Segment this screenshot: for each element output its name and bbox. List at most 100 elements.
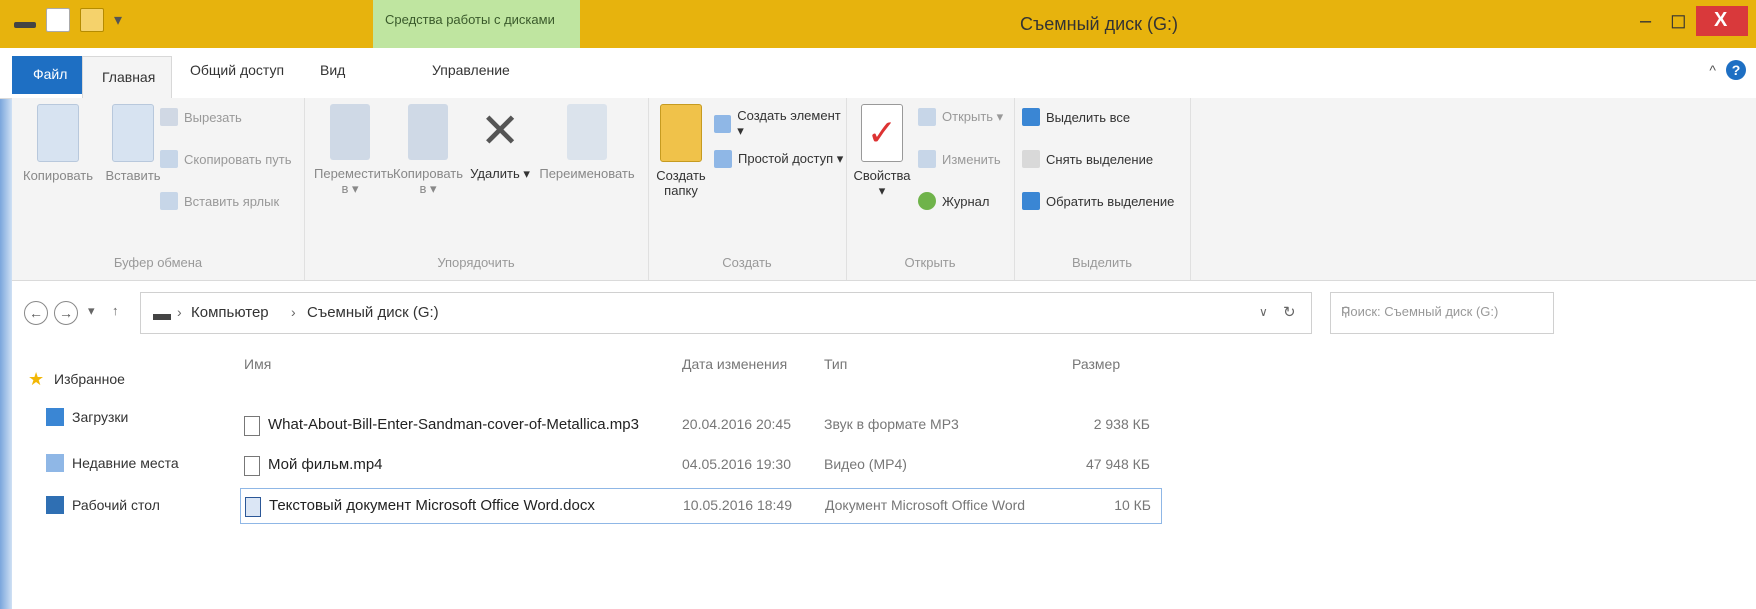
- downloads-icon: [46, 408, 64, 426]
- group-select: Выделить все Снять выделение Обратить вы…: [1014, 98, 1191, 280]
- table-row[interactable]: What-About-Bill-Enter-Sandman-cover-of-M…: [240, 408, 1160, 442]
- drive-icon: [153, 314, 171, 320]
- ribbon: Копировать Вставить Вырезать Скопировать…: [12, 98, 1756, 281]
- minimize-ribbon-chevron-icon[interactable]: ^: [1709, 62, 1716, 78]
- column-header-size[interactable]: Размер: [1072, 356, 1120, 372]
- new-folder-button[interactable]: Создать папку: [654, 104, 708, 198]
- group-label-clipboard: Буфер обмена: [113, 255, 203, 270]
- file-size: 10 КБ: [1114, 497, 1151, 513]
- history-icon: [918, 192, 936, 210]
- audio-file-icon: [244, 416, 260, 436]
- path-chevron-icon[interactable]: ›: [177, 304, 182, 320]
- paste-button[interactable]: Вставить: [98, 104, 168, 183]
- file-date: 20.04.2016 20:45: [682, 416, 791, 432]
- copy-icon: [37, 104, 79, 162]
- file-type: Документ Microsoft Office Word: [825, 497, 1026, 513]
- select-none-button[interactable]: Снять выделение: [1022, 150, 1153, 168]
- column-header-type[interactable]: Тип: [824, 356, 847, 372]
- new-item-icon: [714, 114, 732, 133]
- select-all-button[interactable]: Выделить все: [1022, 108, 1130, 126]
- properties-check-icon: ✓: [861, 104, 903, 162]
- rename-icon: [567, 104, 607, 160]
- customize-toolbar-chevron-icon[interactable]: ▾: [114, 10, 122, 30]
- file-name: Мой фильм.mp4: [268, 456, 383, 473]
- cut-button[interactable]: Вырезать: [160, 108, 242, 126]
- minimize-button[interactable]: –: [1630, 6, 1658, 36]
- copy-button[interactable]: Копировать: [18, 104, 98, 183]
- help-area: ^ ?: [1709, 60, 1746, 80]
- rename-button[interactable]: Переименовать: [534, 104, 640, 181]
- up-arrow-icon[interactable]: ↑: [112, 303, 119, 318]
- recent-locations-chevron-icon[interactable]: ▾: [88, 303, 95, 319]
- tab-manage[interactable]: Управление: [432, 62, 510, 78]
- file-date: 04.05.2016 19:30: [682, 456, 791, 472]
- select-all-icon: [1022, 108, 1040, 126]
- file-type: Звук в формате MP3: [824, 416, 959, 432]
- open-icon: [918, 108, 936, 126]
- path-chevron-icon[interactable]: ›: [291, 304, 296, 320]
- search-input[interactable]: Поиск: Съемный диск (G:) ⚲: [1330, 292, 1554, 334]
- nav-item-favorites[interactable]: ★ Избранное: [28, 370, 125, 388]
- group-organize: Переместить в ▾ Копировать в ▾ ✕ Удалить…: [304, 98, 649, 280]
- group-open: ✓ Свойства ▾ Открыть ▾ Изменить Журнал О…: [846, 98, 1015, 280]
- group-label-select: Выделить: [1072, 255, 1132, 270]
- ribbon-tabs: Файл Главная Общий доступ Вид Управление…: [0, 48, 1756, 99]
- nav-item-desktop[interactable]: Рабочий стол: [46, 496, 160, 514]
- column-header-date[interactable]: Дата изменения: [682, 356, 787, 372]
- properties-button[interactable]: ✓ Свойства ▾: [852, 104, 912, 199]
- invert-selection-icon: [1022, 192, 1040, 210]
- easy-access-button[interactable]: Простой доступ ▾: [714, 150, 843, 168]
- folder-icon: [660, 104, 702, 162]
- search-icon[interactable]: ⚲: [1341, 304, 1545, 320]
- delete-x-icon: ✕: [480, 105, 521, 158]
- copy-to-button[interactable]: Копировать в ▾: [392, 104, 464, 197]
- invert-selection-button[interactable]: Обратить выделение: [1022, 192, 1174, 210]
- nav-item-recent-places[interactable]: Недавние места: [46, 454, 179, 472]
- group-clipboard: Копировать Вставить Вырезать Скопировать…: [12, 98, 305, 280]
- file-list: Имя Дата изменения Тип Размер What-About…: [236, 350, 1166, 550]
- copy-path-button[interactable]: Скопировать путь: [160, 150, 292, 168]
- history-button[interactable]: Журнал: [918, 192, 989, 210]
- disk-tools-label: Средства работы с дисками: [385, 12, 555, 27]
- move-to-button[interactable]: Переместить в ▾: [314, 104, 394, 197]
- help-icon[interactable]: ?: [1726, 60, 1746, 80]
- path-field[interactable]: › Компьютер › Съемный диск (G:) ∨ ↻: [140, 292, 1312, 334]
- paste-icon: [112, 104, 154, 162]
- select-none-icon: [1022, 150, 1040, 168]
- properties-quick-icon[interactable]: [46, 8, 70, 32]
- tab-file[interactable]: Файл: [12, 56, 82, 94]
- edit-button[interactable]: Изменить: [918, 150, 1001, 168]
- breadcrumb-removable-disk[interactable]: Съемный диск (G:): [307, 304, 439, 321]
- close-button[interactable]: X: [1696, 6, 1748, 36]
- group-label-open: Открыть: [904, 255, 956, 270]
- file-size: 47 948 КБ: [1085, 456, 1150, 472]
- nav-item-downloads[interactable]: Загрузки: [46, 408, 128, 426]
- group-label-organize: Упорядочить: [437, 255, 515, 270]
- desktop-icon: [46, 496, 64, 514]
- window-menu-icon[interactable]: [14, 22, 36, 28]
- open-button[interactable]: Открыть ▾: [918, 108, 1003, 126]
- table-row[interactable]: Текстовый документ Microsoft Office Word…: [240, 488, 1162, 524]
- forward-icon[interactable]: →: [54, 301, 78, 325]
- refresh-icon[interactable]: ↻: [1283, 303, 1296, 321]
- back-icon[interactable]: ←: [24, 301, 48, 325]
- maximize-button[interactable]: ◻: [1663, 6, 1691, 36]
- copy-path-icon: [160, 150, 178, 168]
- table-row[interactable]: Мой фильм.mp4 04.05.2016 19:30 Видео (MP…: [240, 448, 1160, 482]
- new-folder-quick-icon[interactable]: [80, 8, 104, 32]
- tab-home[interactable]: Главная: [82, 56, 172, 99]
- tab-view[interactable]: Вид: [320, 62, 345, 78]
- word-document-icon: [245, 497, 261, 517]
- group-label-new: Создать: [722, 255, 772, 270]
- file-size: 2 938 КБ: [1093, 416, 1150, 432]
- breadcrumb-computer[interactable]: Компьютер: [191, 304, 269, 321]
- paste-shortcut-button[interactable]: Вставить ярлык: [160, 192, 279, 210]
- video-file-icon: [244, 456, 260, 476]
- new-item-button[interactable]: Создать элемент ▾: [714, 108, 846, 139]
- paste-shortcut-icon: [160, 192, 178, 210]
- file-date: 10.05.2016 18:49: [683, 497, 792, 513]
- column-header-name[interactable]: Имя: [244, 356, 271, 372]
- tab-share[interactable]: Общий доступ: [190, 62, 284, 78]
- delete-button[interactable]: ✕ Удалить ▾: [470, 104, 530, 182]
- path-dropdown-chevron-icon[interactable]: ∨: [1259, 305, 1268, 319]
